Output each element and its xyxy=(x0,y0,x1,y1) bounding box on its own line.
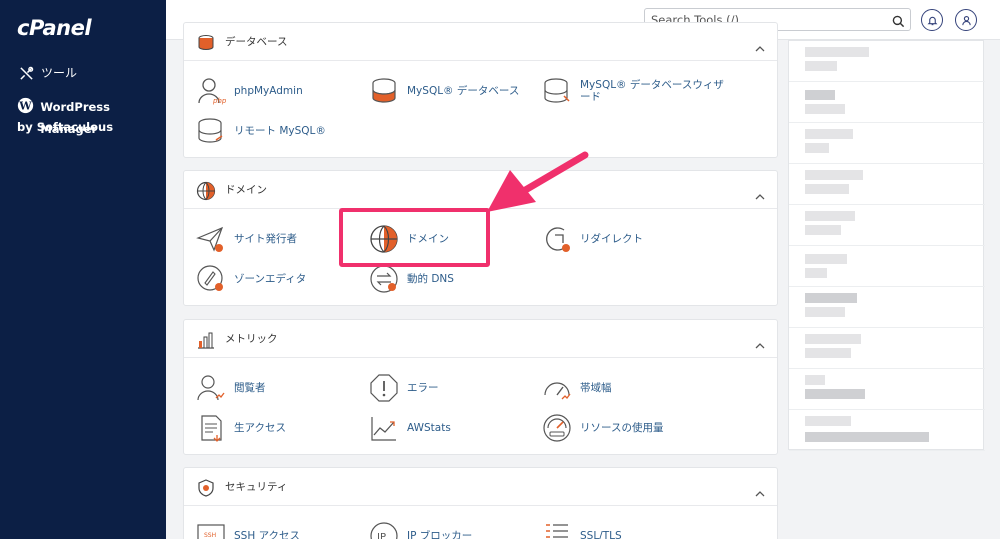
annotation-arrow xyxy=(487,151,589,212)
